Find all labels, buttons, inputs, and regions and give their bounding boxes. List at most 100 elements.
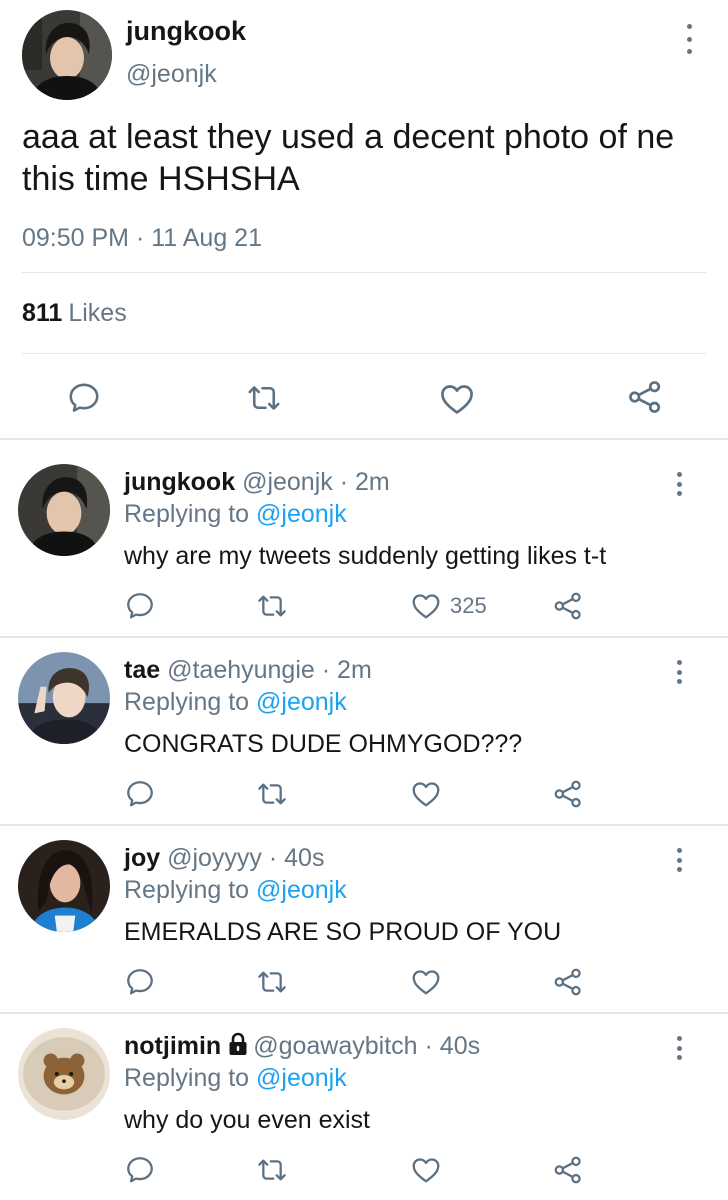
reply-button[interactable] <box>124 1154 156 1186</box>
replying-label: Replying to <box>124 876 250 904</box>
tweet-text: aaa at least they used a decent photo of… <box>22 118 675 198</box>
display-name[interactable]: jungkook <box>124 468 235 496</box>
reply-button[interactable] <box>124 590 156 622</box>
reply-time: · 40s <box>268 844 325 872</box>
share-icon <box>552 778 584 810</box>
reply-header: jungkook @jeonjk · 2m <box>124 468 390 497</box>
display-name[interactable]: notjimin <box>124 1032 221 1060</box>
likes-label: Likes <box>68 299 127 327</box>
reply-icon <box>66 380 102 416</box>
like-button[interactable] <box>438 380 476 418</box>
reply-header: notjimin @goawaybitch · 40s <box>124 1032 480 1061</box>
reply-icon <box>124 966 156 998</box>
reply-tweet[interactable]: joy @joyyyy · 40s Replying to @jeonjk EM… <box>0 816 728 1004</box>
retweet-button[interactable] <box>246 380 282 416</box>
reply-tweet[interactable]: notjimin @goawaybitch · 40s Replying to @… <box>0 1004 728 1192</box>
user-handle[interactable]: @taehyungie <box>167 656 315 684</box>
retweet-button[interactable] <box>256 1154 288 1186</box>
retweet-icon <box>256 1154 288 1186</box>
reply-text: CONGRATS DUDE OHMYGOD??? <box>124 730 523 758</box>
like-button[interactable] <box>410 1154 442 1186</box>
user-handle[interactable]: @jeonjk <box>242 468 333 496</box>
replying-label: Replying to <box>124 1064 250 1092</box>
like-button[interactable] <box>410 778 442 810</box>
reply-header: tae @taehyungie · 2m <box>124 656 372 685</box>
reply-time: · 2m <box>339 468 390 496</box>
reply-icon <box>124 1154 156 1186</box>
likes-number: 811 <box>22 299 63 327</box>
share-button[interactable] <box>626 378 664 416</box>
like-count: 325 <box>450 593 487 618</box>
heart-icon <box>410 778 442 810</box>
tweet-timestamp[interactable]: 09:50 PM · 11 Aug 21 <box>22 224 262 253</box>
display-name[interactable]: tae <box>124 656 160 684</box>
main-tweet: jungkook @jeonjk aaa at least they used … <box>0 0 728 440</box>
like-button[interactable] <box>410 966 442 998</box>
divider <box>22 353 706 354</box>
mention-link[interactable]: @jeonjk <box>256 500 347 528</box>
display-name[interactable]: jungkook <box>126 16 246 47</box>
reply-button[interactable] <box>66 380 102 416</box>
more-vertical-icon[interactable] <box>675 660 683 684</box>
replying-to: Replying to @jeonjk <box>124 876 347 905</box>
heart-icon <box>410 1154 442 1186</box>
avatar[interactable] <box>18 1028 110 1120</box>
reply-time: · 2m <box>321 656 372 684</box>
reply-button[interactable] <box>124 778 156 810</box>
replying-label: Replying to <box>124 500 250 528</box>
replying-to: Replying to @jeonjk <box>124 688 347 717</box>
avatar[interactable] <box>18 652 110 744</box>
retweet-icon <box>256 966 288 998</box>
reply-button[interactable] <box>124 966 156 998</box>
reply-tweet[interactable]: tae @taehyungie · 2m Replying to @jeonjk… <box>0 628 728 816</box>
more-vertical-icon[interactable] <box>684 24 694 54</box>
reply-text: why do you even exist <box>124 1106 370 1134</box>
replying-to: Replying to @jeonjk <box>124 500 347 529</box>
replying-label: Replying to <box>124 688 250 716</box>
share-icon <box>552 966 584 998</box>
tweet-actions <box>0 372 728 424</box>
user-handle[interactable]: @goawaybitch <box>253 1032 417 1060</box>
retweet-button[interactable] <box>256 778 288 810</box>
user-handle[interactable]: @jeonjk <box>126 60 217 89</box>
divider <box>22 272 706 273</box>
heart-icon <box>410 966 442 998</box>
reply-text: EMERALDS ARE SO PROUD OF YOU <box>124 918 562 946</box>
share-button[interactable] <box>552 1154 584 1186</box>
more-vertical-icon[interactable] <box>675 1036 683 1060</box>
share-button[interactable] <box>552 966 584 998</box>
retweet-icon <box>246 380 282 416</box>
share-icon <box>552 590 584 622</box>
mention-link[interactable]: @jeonjk <box>256 688 347 716</box>
lock-icon <box>229 1032 247 1055</box>
retweet-icon <box>256 778 288 810</box>
likes-count[interactable]: 811 Likes <box>22 299 127 328</box>
avatar[interactable] <box>18 464 110 556</box>
share-button[interactable] <box>552 778 584 810</box>
user-handle[interactable]: @joyyyy <box>167 844 262 872</box>
share-button[interactable] <box>552 590 584 622</box>
avatar[interactable] <box>18 840 110 932</box>
more-vertical-icon[interactable] <box>675 472 683 496</box>
reply-time: · 40s <box>424 1032 481 1060</box>
more-vertical-icon[interactable] <box>675 848 683 872</box>
display-name[interactable]: joy <box>124 844 160 872</box>
reply-actions: 325 <box>0 590 728 626</box>
avatar[interactable] <box>22 10 112 100</box>
retweet-icon <box>256 590 288 622</box>
reply-icon <box>124 778 156 810</box>
mention-link[interactable]: @jeonjk <box>256 1064 347 1092</box>
heart-icon <box>438 380 476 418</box>
heart-icon <box>410 590 442 622</box>
reply-tweet[interactable]: jungkook @jeonjk · 2m Replying to @jeonj… <box>0 440 728 628</box>
reply-header: joy @joyyyy · 40s <box>124 844 324 873</box>
reply-actions <box>0 966 728 1002</box>
like-button[interactable]: 325 <box>410 590 487 622</box>
reply-icon <box>124 590 156 622</box>
retweet-button[interactable] <box>256 966 288 998</box>
replying-to: Replying to @jeonjk <box>124 1064 347 1093</box>
retweet-button[interactable] <box>256 590 288 622</box>
share-icon <box>552 1154 584 1186</box>
reply-text: why are my tweets suddenly getting likes… <box>124 542 607 570</box>
mention-link[interactable]: @jeonjk <box>256 876 347 904</box>
